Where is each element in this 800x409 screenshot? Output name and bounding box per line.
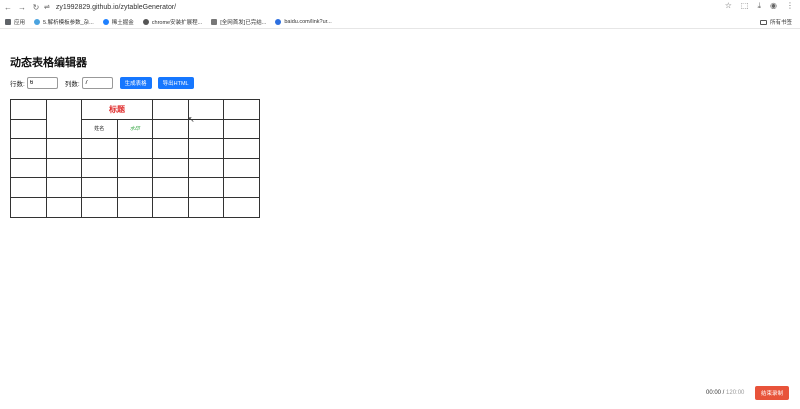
profile-icon[interactable]: ◉ xyxy=(770,1,777,11)
juejin-icon xyxy=(102,18,109,25)
merged-title-cell[interactable]: 标题 xyxy=(81,99,153,120)
table-row xyxy=(10,157,260,179)
timer-total: 120:00 xyxy=(726,390,745,396)
table-cell[interactable] xyxy=(223,177,260,198)
table-cell[interactable] xyxy=(45,177,82,198)
all-bookmarks[interactable]: 所有书签 xyxy=(759,18,792,26)
bookmark-2[interactable]: 稀土掘金 xyxy=(102,18,134,26)
table-cell[interactable] xyxy=(81,138,118,159)
table-cell[interactable] xyxy=(223,118,260,140)
end-recording-button[interactable]: 结束录制 xyxy=(755,386,789,400)
table-cell[interactable] xyxy=(116,138,153,159)
green-text-cell[interactable]: 水印 xyxy=(116,118,153,140)
table-cell[interactable] xyxy=(223,99,260,120)
table-cell[interactable] xyxy=(81,157,118,179)
table-cell[interactable] xyxy=(223,157,260,179)
table-cell[interactable] xyxy=(187,138,224,159)
rows-label: 行数: xyxy=(10,81,25,88)
table-cell[interactable] xyxy=(152,99,189,120)
recording-timer: 00:00 / 120:00 xyxy=(706,390,744,396)
browser-toolbar: ← → ↻ ⇌ zy1992829.github.io/zytableGener… xyxy=(0,0,800,14)
table-cell[interactable] xyxy=(116,177,153,198)
bookmark-icon xyxy=(34,18,41,25)
apps-icon xyxy=(5,18,11,25)
rows-input[interactable] xyxy=(26,77,58,89)
table-cell[interactable] xyxy=(116,196,153,218)
table-cell[interactable] xyxy=(187,196,224,218)
page-icon xyxy=(211,18,218,25)
table-row xyxy=(10,196,260,218)
download-icon[interactable]: ⤓ xyxy=(757,1,761,11)
page-title: 动态表格编辑器 xyxy=(10,57,87,69)
table-cell[interactable] xyxy=(223,196,260,218)
url-text: zy1992829.github.io/zytableGenerator/ xyxy=(55,3,177,11)
extensions-icon[interactable]: ⬚ xyxy=(741,1,749,11)
toolbar-actions: ☆ ⬚ ⤓ ◉ ⋮ xyxy=(725,1,794,11)
mouse-cursor-icon: ↖ xyxy=(188,115,195,124)
baidu-icon xyxy=(275,18,282,25)
menu-icon[interactable]: ⋮ xyxy=(786,1,794,11)
table-cell[interactable] xyxy=(10,196,47,218)
github-icon xyxy=(142,18,149,25)
table-cell[interactable] xyxy=(187,157,224,179)
table-row xyxy=(10,177,260,198)
table-cell[interactable] xyxy=(10,118,47,140)
table-row xyxy=(10,138,260,159)
table-cell[interactable] xyxy=(81,196,118,218)
bookmark-3[interactable]: chrome安装扩展程... xyxy=(142,18,202,26)
timer-elapsed: 00:00 xyxy=(706,390,722,396)
forward-icon[interactable]: → xyxy=(16,1,28,13)
table-cell[interactable] xyxy=(187,177,224,198)
address-bar[interactable]: ⇌ zy1992829.github.io/zytableGenerator/ xyxy=(44,1,754,13)
table-cell[interactable] xyxy=(152,157,189,179)
table-cell[interactable] xyxy=(81,177,118,198)
export-html-button[interactable]: 导出HTML xyxy=(157,77,194,89)
table-controls: 行数: 列数: 生成表格 导出HTML xyxy=(10,77,200,89)
table-cell[interactable] xyxy=(45,138,82,159)
generate-table-button[interactable]: 生成表格 xyxy=(119,77,152,89)
table-row: 标题 xyxy=(10,98,260,140)
table-cell[interactable] xyxy=(152,138,189,159)
cols-input[interactable] xyxy=(81,77,113,89)
table-cell[interactable] xyxy=(45,157,82,179)
bookmark-5[interactable]: baidu.com/link?ur... xyxy=(275,18,332,25)
table-cell[interactable] xyxy=(116,157,153,179)
table-cell[interactable] xyxy=(10,157,47,179)
bookmark-4[interactable]: [全网首发]已完结... xyxy=(211,18,266,26)
table-cell[interactable] xyxy=(223,138,260,159)
star-icon[interactable]: ☆ xyxy=(725,1,732,11)
reload-icon[interactable]: ↻ xyxy=(30,1,42,13)
folder-icon xyxy=(759,19,767,25)
name-cell[interactable]: 姓名 xyxy=(81,118,118,140)
site-info-icon[interactable]: ⇌ xyxy=(44,3,50,11)
bookmark-apps[interactable]: 应用 xyxy=(5,18,25,26)
bookmarks-bar: 应用 5.解析模板参数_杂... 稀土掘金 chrome安装扩展程... [全网… xyxy=(0,15,800,29)
table-cell[interactable] xyxy=(152,177,189,198)
table-cell[interactable] xyxy=(10,138,47,159)
table-cell[interactable] xyxy=(152,196,189,218)
table-cell[interactable] xyxy=(152,118,189,140)
table-cell[interactable] xyxy=(10,177,47,198)
editable-table: 标题 姓名 水印 xyxy=(10,98,260,218)
bookmark-1[interactable]: 5.解析模板参数_杂... xyxy=(34,18,94,26)
table-cell[interactable] xyxy=(10,99,47,120)
table-cell[interactable] xyxy=(45,98,82,140)
table-cell[interactable] xyxy=(45,196,82,218)
back-icon[interactable]: ← xyxy=(2,1,14,13)
cols-label: 列数: xyxy=(64,81,80,88)
